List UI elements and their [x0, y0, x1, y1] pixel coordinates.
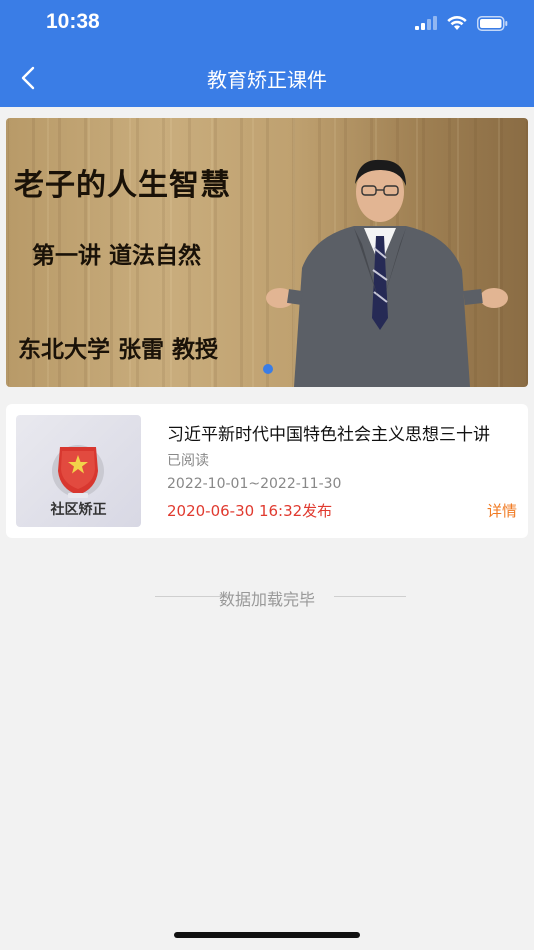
app-header: 10:38 教育矫正课件	[0, 0, 534, 107]
status-time: 10:38	[46, 10, 100, 33]
course-thumbnail: 社区矫正	[16, 415, 141, 527]
banner-title: 老子的人生智慧	[14, 168, 231, 203]
course-card[interactable]: 社区矫正 习近平新时代中国特色社会主义思想三十讲 已阅读 2022-10-01~…	[6, 404, 528, 538]
banner-carousel[interactable]: 老子的人生智慧 第一讲 道法自然 东北大学 张雷 教授	[6, 118, 528, 387]
emblem-icon	[52, 445, 104, 498]
banner-lecturer-text: 东北大学 张雷 教授	[18, 336, 219, 363]
nav-bar: 教育矫正课件	[0, 50, 534, 106]
list-end-indicator: 数据加载完毕	[0, 586, 534, 609]
date-range: 2022-10-01~2022-11-30	[167, 476, 342, 492]
carousel-indicator-dot[interactable]	[263, 364, 273, 374]
list-end-text: 数据加载完毕	[218, 590, 315, 609]
publish-time: 2020-06-30 16:32发布	[167, 502, 333, 520]
page-title: 教育矫正课件	[207, 68, 327, 92]
wifi-icon	[447, 15, 467, 30]
read-status: 已阅读	[167, 453, 209, 469]
thumbnail-label: 社区矫正	[50, 502, 107, 518]
course-title: 习近平新时代中国特色社会主义思想三十讲	[167, 425, 490, 445]
cellular-signal-icon	[415, 16, 437, 30]
status-icons	[415, 13, 508, 33]
status-bar: 10:38	[0, 0, 534, 46]
home-indicator[interactable]	[174, 932, 360, 938]
divider-right	[334, 596, 406, 597]
battery-icon	[477, 15, 508, 31]
detail-link[interactable]: 详情	[487, 500, 517, 521]
lecturer-image	[266, 159, 508, 387]
banner-subtitle: 第一讲 道法自然	[32, 242, 202, 269]
